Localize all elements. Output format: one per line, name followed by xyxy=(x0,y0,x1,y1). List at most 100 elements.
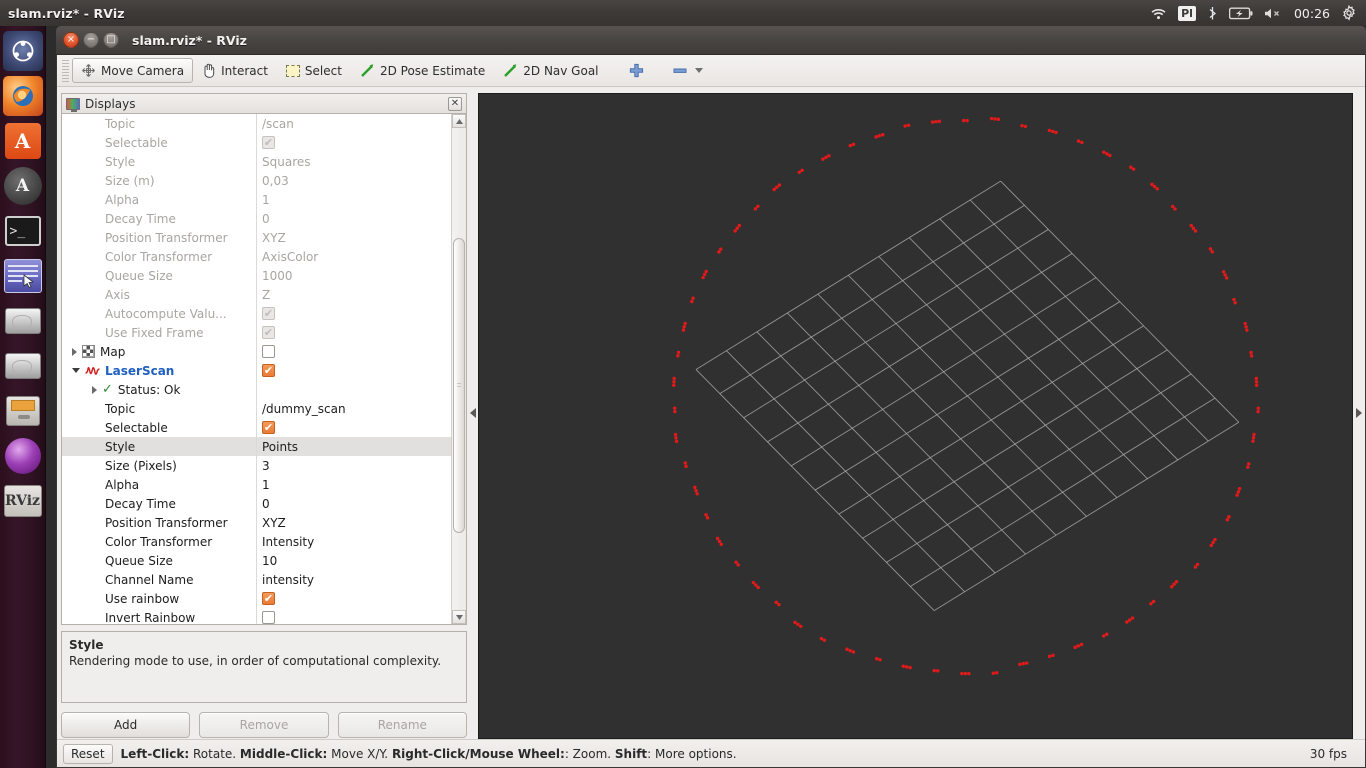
tree-expand-arrow[interactable] xyxy=(72,347,77,356)
property-description-box: Style Rendering mode to use, in order of… xyxy=(61,631,467,703)
window-title: slam.rviz* - RViz xyxy=(132,32,247,48)
property-checkbox[interactable] xyxy=(262,421,275,434)
tool-select[interactable]: Select xyxy=(277,58,351,83)
close-icon[interactable]: ✕ xyxy=(448,96,462,111)
displays-scrollbar[interactable] xyxy=(451,114,466,624)
scan-point xyxy=(719,247,723,251)
bluetooth-icon[interactable] xyxy=(1207,4,1218,22)
display-property-row[interactable]: Map xyxy=(62,342,451,361)
display-property-row[interactable]: ✓ Status: Ok xyxy=(62,380,451,399)
display-property-row[interactable]: Autocompute Valu... xyxy=(62,304,451,323)
display-property-row[interactable]: Use rainbow xyxy=(62,589,451,608)
launcher-item-file-manager[interactable] xyxy=(3,391,43,431)
display-property-row[interactable]: Decay Time 0 xyxy=(62,209,451,228)
left-panel-collapse-handle[interactable] xyxy=(467,87,478,739)
display-property-row[interactable]: Topic/scan xyxy=(62,114,451,133)
scan-point xyxy=(993,117,997,121)
scan-point xyxy=(824,155,828,160)
scan-point xyxy=(1254,380,1259,384)
tool-interact[interactable]: Interact xyxy=(193,58,277,83)
scan-point xyxy=(878,658,882,662)
scan-point xyxy=(1076,139,1081,143)
toolbar-grip[interactable] xyxy=(62,59,69,82)
display-property-row[interactable]: Position Transformer XYZ xyxy=(62,228,451,247)
scan-point xyxy=(756,204,760,209)
launcher-item-media-disc[interactable] xyxy=(3,436,43,476)
right-panel-expand-handle[interactable] xyxy=(1353,87,1365,739)
volume-muted-icon[interactable] xyxy=(1264,4,1283,22)
display-property-row[interactable]: Alpha 1 xyxy=(62,190,451,209)
battery-icon[interactable] xyxy=(1228,4,1253,22)
scan-point xyxy=(777,183,782,187)
display-property-row[interactable]: Queue Size 1000 xyxy=(62,266,451,285)
display-property-row[interactable]: Invert Rainbow xyxy=(62,608,451,624)
property-checkbox[interactable] xyxy=(262,611,275,624)
tool-nav-goal[interactable]: 2D Nav Goal xyxy=(494,58,607,83)
displays-tree[interactable]: Topic/scan Selectable Style Squares Size (m)… xyxy=(62,114,451,624)
display-property-row[interactable]: Position Transformer XYZ xyxy=(62,513,451,532)
display-property-row[interactable]: Use Fixed Frame xyxy=(62,323,451,342)
display-property-row[interactable]: Color Transformer Intensity xyxy=(62,532,451,551)
launcher-item-rviz[interactable]: RViz xyxy=(3,481,43,521)
scan-point xyxy=(1245,328,1249,332)
window-titlebar[interactable]: × − □ slam.rviz* - RViz xyxy=(56,26,1366,55)
display-property-row[interactable]: Selectable xyxy=(62,133,451,152)
property-checkbox xyxy=(262,136,275,149)
tree-collapse-arrow[interactable] xyxy=(72,368,80,373)
launcher-item-software-center[interactable]: A xyxy=(3,121,43,161)
launcher-item-system-updater[interactable]: A xyxy=(3,166,43,206)
launcher-item-ubuntu-dash[interactable] xyxy=(2,31,43,71)
display-property-row[interactable]: Selectable xyxy=(62,418,451,437)
gear-icon[interactable] xyxy=(1341,4,1357,22)
display-property-row[interactable]: Style Squares xyxy=(62,152,451,171)
scan-point xyxy=(683,321,687,326)
display-property-row[interactable]: Style Points xyxy=(62,437,451,456)
scroll-up-arrow[interactable] xyxy=(452,114,466,128)
launcher-item-firefox[interactable] xyxy=(2,76,43,116)
tree-expand-arrow[interactable] xyxy=(92,385,97,394)
launcher-item-active-window[interactable] xyxy=(3,256,43,296)
scroll-down-arrow[interactable] xyxy=(452,610,466,624)
launcher-item-disk-1[interactable] xyxy=(3,301,43,341)
render-view-3d[interactable] xyxy=(478,93,1353,739)
tool-add-button[interactable] xyxy=(620,58,653,83)
display-property-row[interactable]: Channel Name intensity xyxy=(62,570,451,589)
tool-pose-estimate[interactable]: 2D Pose Estimate xyxy=(351,58,494,83)
display-property-row[interactable]: Axis Z xyxy=(62,285,451,304)
display-property-row[interactable]: Decay Time 0 xyxy=(62,494,451,513)
window-close-button[interactable]: × xyxy=(63,32,79,48)
property-name: Color Transformer xyxy=(105,534,213,549)
scan-point xyxy=(851,142,856,147)
display-property-row[interactable]: Alpha 1 xyxy=(62,475,451,494)
scan-point xyxy=(674,436,678,440)
tool-move-camera[interactable]: Move Camera xyxy=(72,58,194,83)
launcher-item-disk-2[interactable] xyxy=(3,346,43,386)
hint-text: : Zoom. xyxy=(564,746,615,761)
terminal-icon: >_ xyxy=(4,216,41,246)
tool-remove-button[interactable] xyxy=(663,58,712,83)
add-button[interactable]: Add xyxy=(61,712,191,738)
display-property-row[interactable]: Size (Pixels) 3 xyxy=(62,456,451,475)
scan-point xyxy=(1221,270,1226,274)
property-name: Selectable xyxy=(105,420,168,435)
keyboard-layout-indicator[interactable]: Pl xyxy=(1178,5,1196,21)
scrollbar-thumb[interactable] xyxy=(453,238,465,533)
displays-dock: Displays ✕ Topic/scan Selectable Style Squa… xyxy=(57,87,467,739)
display-property-row[interactable]: Color Transformer AxisColor xyxy=(62,247,451,266)
reset-button[interactable]: Reset xyxy=(63,743,113,764)
scan-point xyxy=(874,135,878,139)
display-property-row[interactable]: Queue Size 10 xyxy=(62,551,451,570)
chevron-down-icon[interactable] xyxy=(694,68,703,73)
wifi-icon[interactable] xyxy=(1150,4,1167,22)
property-checkbox[interactable] xyxy=(262,345,275,358)
display-property-row[interactable]: LaserScan xyxy=(62,361,451,380)
property-checkbox[interactable] xyxy=(262,592,275,605)
scan-point xyxy=(798,624,803,629)
display-property-row[interactable]: Topic/dummy_scan xyxy=(62,399,451,418)
property-checkbox[interactable] xyxy=(262,364,275,377)
window-minimize-button[interactable]: − xyxy=(83,32,99,48)
window-maximize-button[interactable]: □ xyxy=(103,32,119,48)
display-property-row[interactable]: Size (m) 0,03 xyxy=(62,171,451,190)
launcher-item-terminal[interactable]: >_ xyxy=(3,211,43,251)
clock[interactable]: 00:26 xyxy=(1294,6,1330,21)
